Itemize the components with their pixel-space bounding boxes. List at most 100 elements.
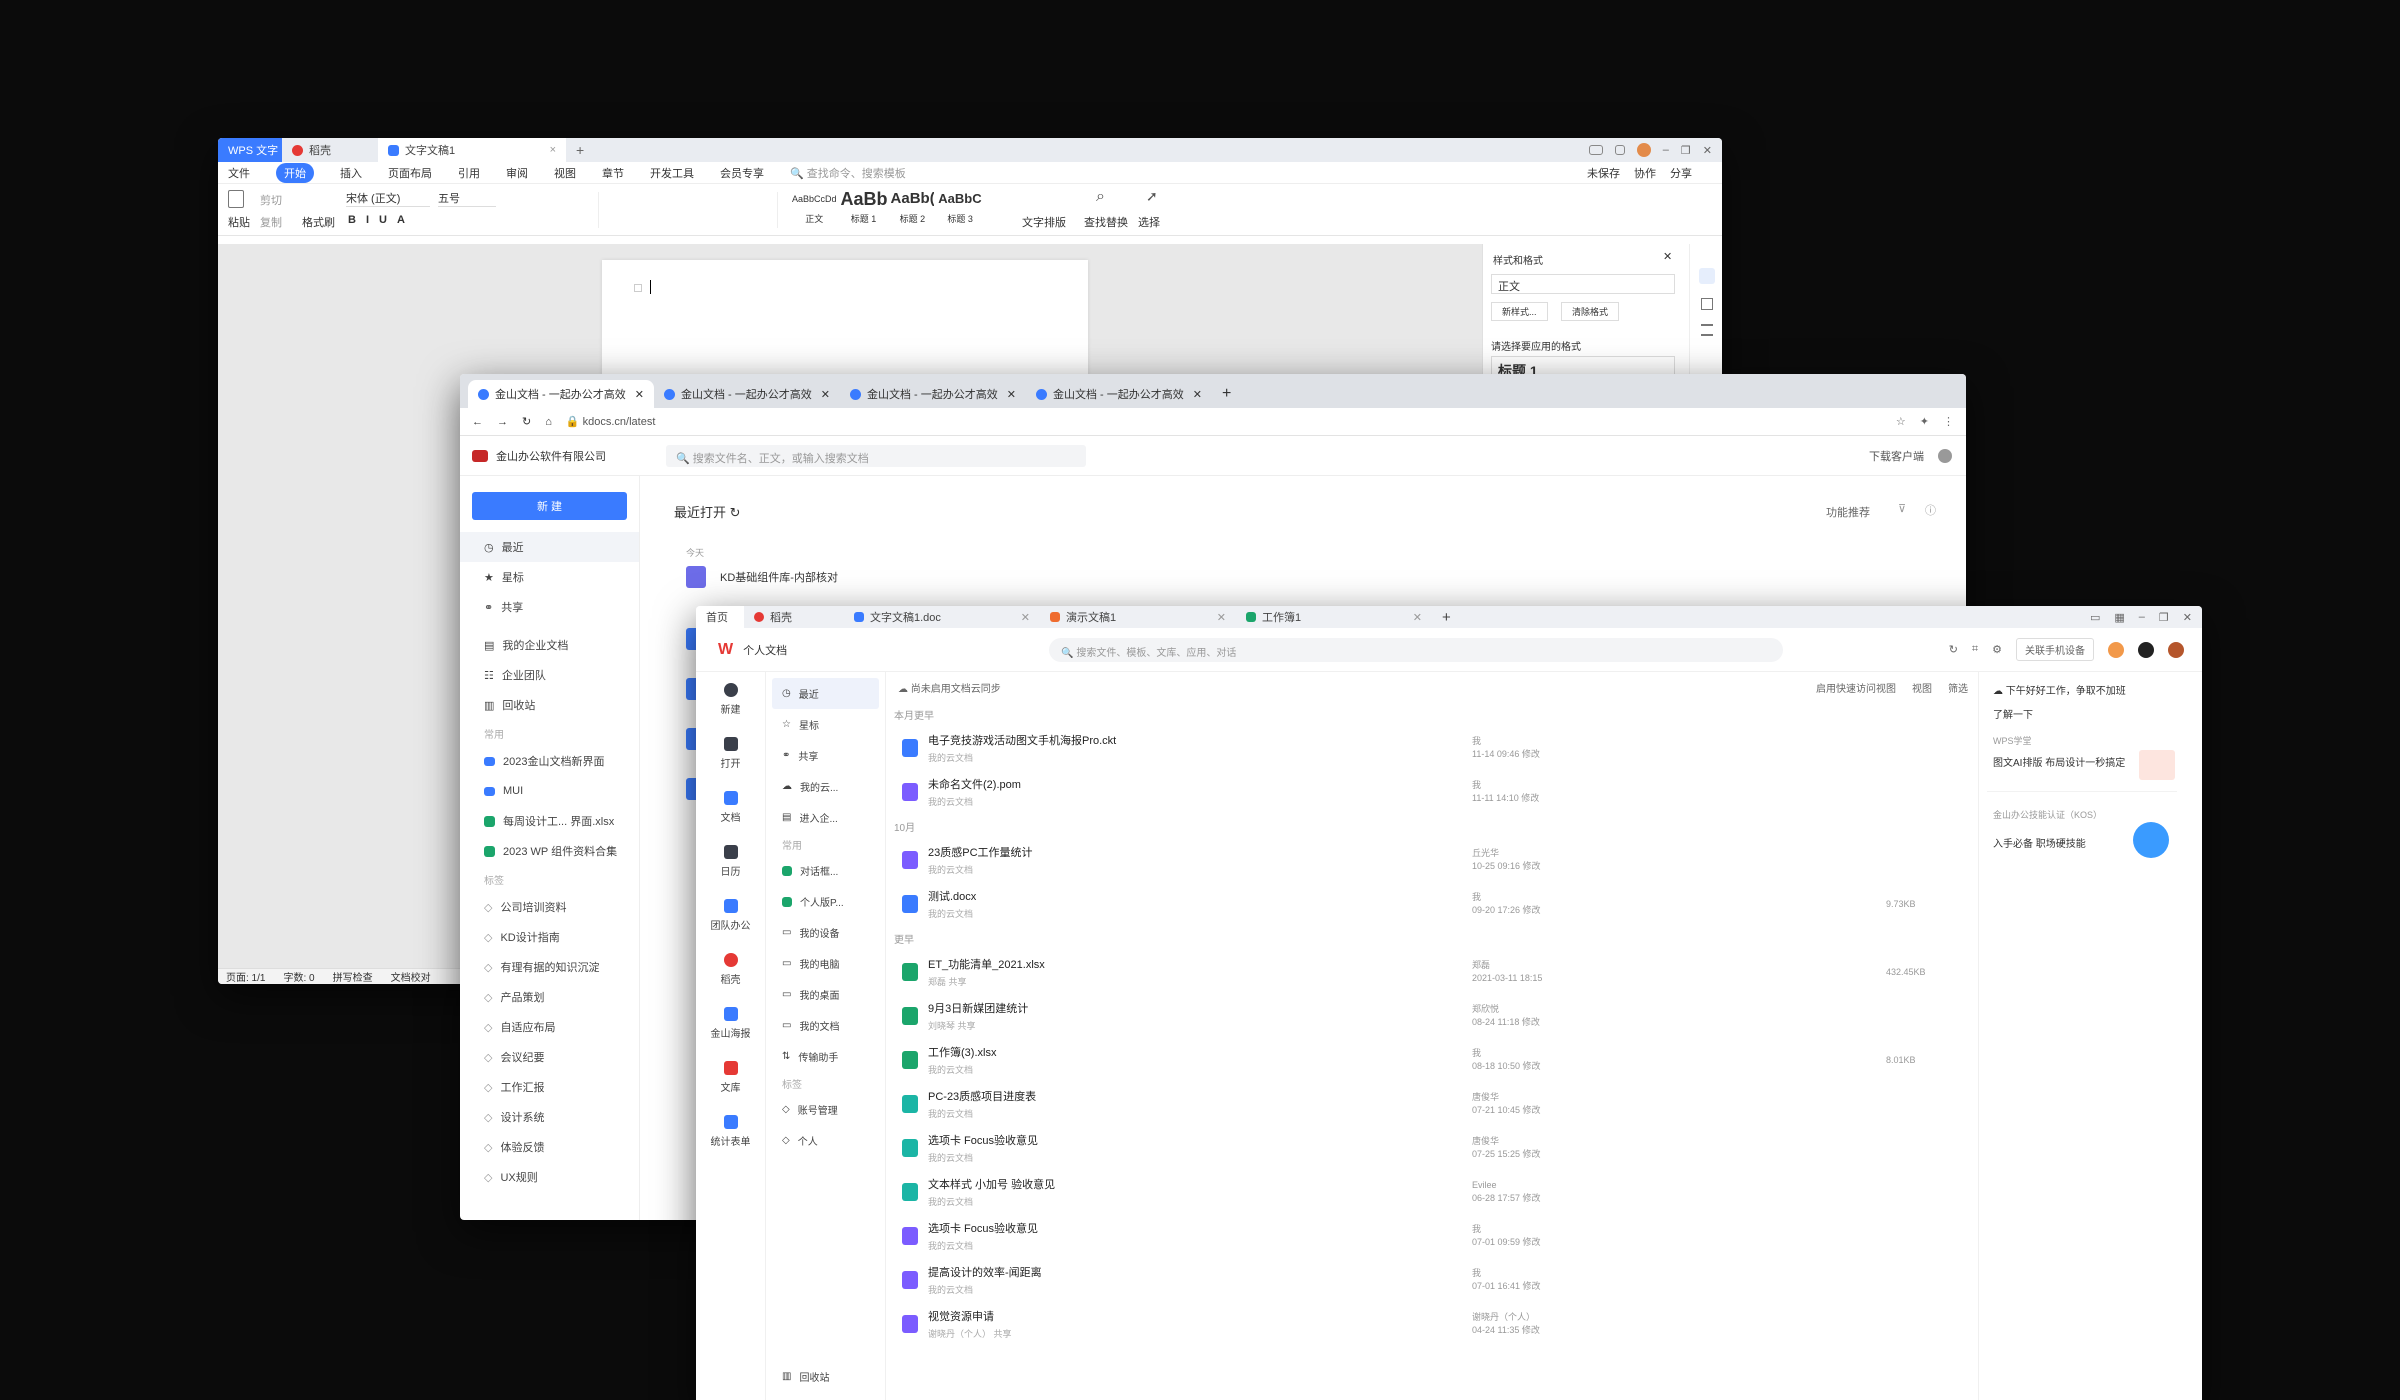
sub-starred[interactable]: ☆ 星标 bbox=[766, 709, 885, 740]
file-row[interactable]: 9月3日新媒团建统计 刘晓琴 共享 郑欣悦 08-24 11:18 修改 bbox=[886, 994, 1976, 1038]
cloud-sync-status[interactable]: ☁ 尚未启用文档云同步 bbox=[898, 680, 1001, 695]
rail-open[interactable]: 打开 bbox=[696, 726, 765, 780]
tab-close-icon[interactable]: ✕ bbox=[821, 388, 830, 401]
filter-icon[interactable]: ⊽ bbox=[1898, 502, 1906, 515]
file-row[interactable]: 未命名文件(2).pom 我的云文档 我 11-11 14:10 修改 bbox=[886, 770, 1976, 814]
unsaved-status[interactable]: 未保存 bbox=[1587, 165, 1620, 181]
common-item[interactable]: 每周设计工... 界面.xlsx bbox=[460, 806, 639, 836]
tag-item[interactable]: ◇ 有理有据的知识沉淀 bbox=[460, 952, 639, 982]
file-row[interactable]: 测试.docx 我的云文档 我 09-20 17:26 修改 9.73KB bbox=[886, 882, 1976, 926]
sync-icon[interactable]: ↻ bbox=[1949, 643, 1958, 656]
share-button[interactable]: 分享 bbox=[1670, 165, 1692, 181]
phone-device-button[interactable]: 关联手机设备 bbox=[2016, 638, 2094, 661]
file-row[interactable]: 视觉资源申请 谢晓丹（个人） 共享 谢晓丹（个人） 04-24 11:35 修改 bbox=[886, 1302, 1976, 1346]
new-tab-plus-icon[interactable]: + bbox=[566, 138, 594, 162]
tab-close-icon[interactable]: ✕ bbox=[635, 388, 644, 401]
rail-docer[interactable]: 稻壳 bbox=[696, 942, 765, 996]
browser-tab[interactable]: 金山文档 - 一起办公才高效 ✕ bbox=[654, 380, 840, 408]
menu-dots-icon[interactable]: ⋮ bbox=[1943, 415, 1954, 428]
avatar[interactable] bbox=[1636, 143, 1651, 157]
minimize-icon[interactable]: – bbox=[1663, 144, 1669, 156]
tag-item[interactable]: ◇ 工作汇报 bbox=[460, 1072, 639, 1102]
shirt-icon[interactable]: ⌗ bbox=[1972, 643, 1978, 656]
tag-item[interactable]: ◇ 会议纪要 bbox=[460, 1042, 639, 1072]
tab-close-icon[interactable]: ✕ bbox=[1193, 388, 1202, 401]
feature-recommend-button[interactable]: 功能推荐 bbox=[1826, 504, 1870, 520]
tag-item[interactable]: ◇ 产品策划 bbox=[460, 982, 639, 1012]
menu-view[interactable]: 视图 bbox=[554, 165, 576, 181]
menu-file[interactable]: 文件 bbox=[228, 165, 250, 181]
current-style-select[interactable]: 正文 bbox=[1491, 274, 1675, 294]
sub-shared[interactable]: ⚭ 共享 bbox=[766, 740, 885, 771]
sub-common-item[interactable]: 个人版P... bbox=[766, 886, 885, 917]
sub-common-item[interactable]: ▭ 我的文档 bbox=[766, 1010, 885, 1041]
rail-team[interactable]: 团队办公 bbox=[696, 888, 765, 942]
style-h3[interactable]: AaBbC(标题 3 bbox=[938, 186, 982, 232]
grid-icon[interactable]: ▦ bbox=[2114, 611, 2124, 624]
rail-poster[interactable]: 金山海报 bbox=[696, 996, 765, 1050]
clear-format-button[interactable]: 清除格式 bbox=[1561, 302, 1620, 321]
menu-page-layout[interactable]: 页面布局 bbox=[388, 165, 432, 181]
home-icon[interactable]: ⌂ bbox=[545, 416, 552, 428]
avatar[interactable] bbox=[1938, 448, 1952, 463]
cut-button[interactable]: 剪切 bbox=[260, 192, 282, 208]
tab-close-icon[interactable]: ✕ bbox=[1021, 611, 1030, 624]
style-h1[interactable]: AaBb 标题 1 bbox=[841, 186, 888, 232]
collab-button[interactable]: 协作 bbox=[1634, 165, 1656, 181]
learn-more-link[interactable]: 了解一下 bbox=[1993, 706, 2033, 721]
browser-tab[interactable]: 金山文档 - 一起办公才高效 ✕ bbox=[840, 380, 1026, 408]
file-row[interactable]: 工作簿(3).xlsx 我的云文档 我 08-18 10:50 修改 8.01KB bbox=[886, 1038, 1976, 1082]
star-icon[interactable]: ☆ bbox=[1896, 415, 1906, 428]
view-button[interactable]: 视图 bbox=[1912, 680, 1932, 695]
file-row[interactable]: 文本样式 小加号 验收意见 我的云文档 Evilee 06-28 17:57 修改 bbox=[886, 1170, 1976, 1214]
settings-icon[interactable]: ⚙ bbox=[1992, 643, 2002, 656]
browser-tab[interactable]: 金山文档 - 一起办公才高效 ✕ bbox=[1026, 380, 1212, 408]
tag-item[interactable]: ◇ UX规则 bbox=[460, 1162, 639, 1192]
sheet-tab[interactable]: 工作簿1 ✕ bbox=[1236, 606, 1432, 628]
tab-close-icon[interactable]: ✕ bbox=[1007, 388, 1016, 401]
paragraph-tools[interactable] bbox=[598, 192, 778, 228]
info-icon[interactable]: ⓘ bbox=[1925, 502, 1936, 518]
tag-item[interactable]: ◇ 自适应布局 bbox=[460, 1012, 639, 1042]
nav-enterprise-docs[interactable]: ▤ 我的企业文档 bbox=[460, 630, 639, 660]
reload-icon[interactable]: ↻ bbox=[522, 415, 531, 428]
restore-icon[interactable]: ❐ bbox=[2159, 611, 2169, 624]
avatar[interactable] bbox=[2108, 641, 2124, 658]
sub-common-item[interactable]: ▭ 我的桌面 bbox=[766, 979, 885, 1010]
menu-references[interactable]: 引用 bbox=[458, 165, 480, 181]
forward-icon[interactable]: → bbox=[497, 416, 508, 428]
rail-documents[interactable]: 文档 bbox=[696, 780, 765, 834]
file-row[interactable]: PC-23质感项目进度表 我的云文档 唐俊华 07-21 10:45 修改 bbox=[886, 1082, 1976, 1126]
file-row[interactable]: ET_功能清单_2021.xlsx 郑磊 共享 郑磊 2021-03-11 18:15… bbox=[886, 950, 1976, 994]
file-row[interactable]: 电子竞技游戏活动图文手机海报Pro.ckt 我的云文档 我 11-14 09:46 修… bbox=[886, 726, 1976, 770]
menu-insert[interactable]: 插入 bbox=[340, 165, 362, 181]
recent-file-row[interactable]: KD基础组件库-内部核对 bbox=[686, 566, 838, 588]
sub-recent[interactable]: ◷ 最近 bbox=[772, 678, 879, 709]
style-h2[interactable]: AaBb(标题 2 bbox=[891, 186, 935, 232]
nav-recycle[interactable]: ▥ 回收站 bbox=[460, 690, 639, 720]
tab-close-icon[interactable]: ✕ bbox=[1413, 611, 1422, 624]
settings-icon[interactable] bbox=[1700, 324, 1713, 336]
new-tab-plus-icon[interactable]: + bbox=[1432, 606, 1462, 628]
filter-button[interactable]: 筛选 bbox=[1948, 680, 1968, 695]
file-row[interactable]: 选项卡 Focus验收意见 我的云文档 唐俊华 07-25 15:25 修改 bbox=[886, 1126, 1976, 1170]
file-row[interactable]: 23质感PC工作量统计 我的云文档 丘光华 10-25 09:16 修改 bbox=[886, 838, 1976, 882]
rail-library[interactable]: 文库 bbox=[696, 1050, 765, 1104]
avatar[interactable] bbox=[2168, 641, 2184, 658]
select-button[interactable]: 选择 bbox=[1138, 214, 1160, 230]
font-select[interactable]: 宋体 (正文) bbox=[346, 190, 430, 207]
restore-icon[interactable]: ❐ bbox=[1681, 144, 1691, 157]
tag-item[interactable]: ◇ KD设计指南 bbox=[460, 922, 639, 952]
menu-member[interactable]: 会员专享 bbox=[720, 165, 764, 181]
extension-icon[interactable]: ✦ bbox=[1920, 415, 1929, 428]
tag-item[interactable]: ◇ 设计系统 bbox=[460, 1102, 639, 1132]
nav-recent[interactable]: ◷ 最近 bbox=[460, 532, 639, 562]
new-button[interactable]: 新 建 bbox=[472, 492, 627, 520]
home-search-input[interactable]: 🔍 搜索文件、模板、文库、应用、对话 bbox=[1049, 637, 1784, 662]
tag-item[interactable]: ◇ 体验反馈 bbox=[460, 1132, 639, 1162]
sub-common-item[interactable]: ▭ 我的设备 bbox=[766, 917, 885, 948]
layout-icon[interactable] bbox=[1588, 145, 1603, 155]
text-format-buttons[interactable]: BIUA bbox=[348, 214, 415, 226]
file-row[interactable]: 提高设计的效率-闻距离 我的云文档 我 07-01 16:41 修改 bbox=[886, 1258, 1976, 1302]
new-tab-plus-icon[interactable]: + bbox=[1212, 380, 1242, 408]
